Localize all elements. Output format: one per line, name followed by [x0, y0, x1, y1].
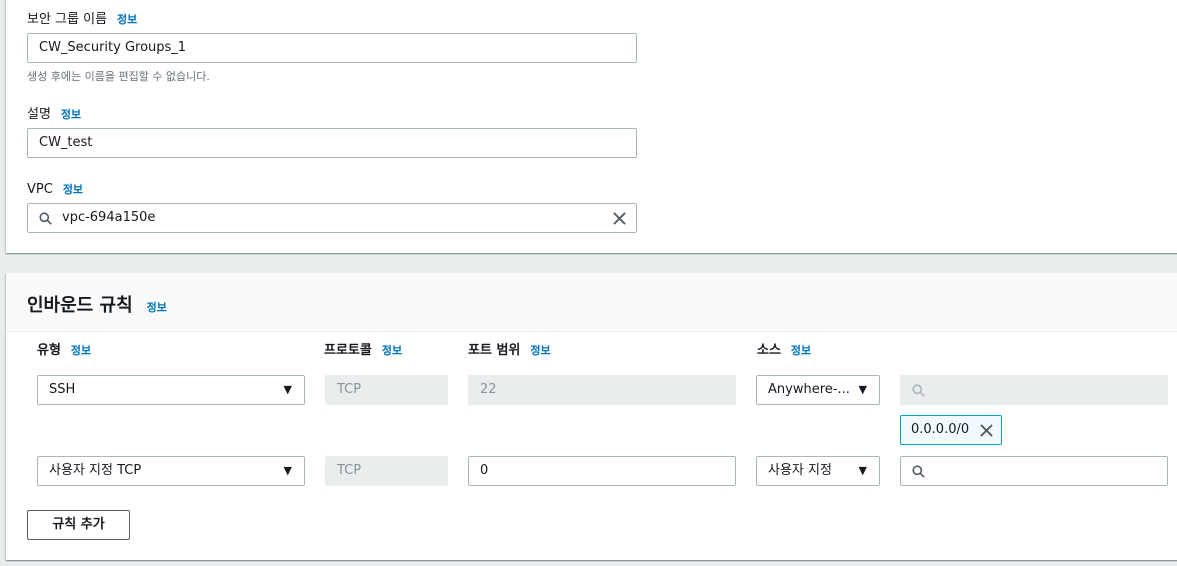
- inbound-rules-title: 인바운드 규칙: [27, 295, 133, 316]
- caret-down-icon: ▼: [858, 376, 867, 404]
- sg-name-label: 보안 그룹 이름: [27, 12, 108, 27]
- caret-down-icon: ▼: [858, 464, 867, 477]
- description-input[interactable]: CW_test: [27, 128, 637, 158]
- sg-name-info-link[interactable]: 정보: [117, 13, 137, 26]
- search-icon: [39, 212, 52, 225]
- sg-name-hint: 생성 후에는 이름을 편집할 수 없습니다.: [27, 70, 210, 83]
- description-label: 설명: [27, 107, 51, 122]
- rule-2-protocol-field: TCP: [325, 456, 448, 486]
- basic-details-panel: 보안 그룹 이름 정보 CW_Security Groups_1 생성 후에는 이…: [6, 0, 1177, 253]
- sg-name-input[interactable]: CW_Security Groups_1: [27, 33, 637, 63]
- description-info-link[interactable]: 정보: [61, 108, 81, 121]
- rule-1-type-value: SSH: [49, 382, 76, 397]
- search-icon: [912, 465, 925, 478]
- vpc-info-link[interactable]: 정보: [63, 183, 83, 196]
- remove-token-icon[interactable]: [980, 424, 993, 437]
- col-header-protocol: 프로토콜 정보: [324, 339, 402, 358]
- sg-name-label-row: 보안 그룹 이름 정보: [27, 8, 137, 27]
- rule-2-port-input[interactable]: 0: [468, 456, 736, 486]
- col-port-info-link[interactable]: 정보: [530, 344, 550, 357]
- rule-1-protocol-field: TCP: [325, 375, 448, 405]
- caret-down-icon: ▼: [283, 464, 292, 477]
- vpc-search-input[interactable]: vpc-694a150e: [27, 203, 637, 233]
- col-source-label: 소스: [757, 343, 781, 358]
- clear-icon[interactable]: [613, 212, 626, 225]
- inbound-rules-header: 인바운드 규칙 정보: [6, 273, 1177, 332]
- rule-1-cidr-value: 0.0.0.0/0: [911, 422, 970, 437]
- rule-2-type-select[interactable]: 사용자 지정 TCP ▼: [37, 456, 305, 486]
- rule-1-type-select[interactable]: SSH ▼: [37, 375, 305, 405]
- rule-2-source-value: 사용자 지정: [768, 463, 832, 478]
- rule-1-cidr-token: 0.0.0.0/0: [900, 415, 1002, 445]
- col-port-label: 포트 범위: [468, 343, 521, 358]
- col-type-info-link[interactable]: 정보: [71, 344, 91, 357]
- rule-2-type-value: 사용자 지정 TCP: [49, 463, 142, 478]
- rule-1-source-select[interactable]: Anywhere-... ▼: [756, 375, 880, 405]
- col-header-source: 소스 정보: [757, 339, 811, 358]
- rule-1-source-value: Anywhere-...: [768, 382, 850, 397]
- rule-1-source-search[interactable]: [900, 375, 1168, 405]
- search-icon: [912, 384, 925, 397]
- vpc-label: VPC: [27, 182, 53, 197]
- col-source-info-link[interactable]: 정보: [791, 344, 811, 357]
- col-type-label: 유형: [37, 343, 61, 358]
- rule-2-source-select[interactable]: 사용자 지정 ▼: [756, 456, 880, 486]
- col-protocol-label: 프로토콜: [324, 343, 372, 358]
- rule-2-source-search[interactable]: [900, 456, 1168, 486]
- col-header-port: 포트 범위 정보: [468, 339, 551, 358]
- vpc-value: vpc-694a150e: [62, 210, 156, 225]
- add-rule-button[interactable]: 규칙 추가: [27, 510, 130, 540]
- col-protocol-info-link[interactable]: 정보: [382, 344, 402, 357]
- col-header-type: 유형 정보: [37, 339, 91, 358]
- inbound-rules-info-link[interactable]: 정보: [147, 301, 167, 314]
- rule-1-port-field: 22: [468, 375, 736, 405]
- description-label-row: 설명 정보: [27, 103, 81, 122]
- caret-down-icon: ▼: [283, 383, 292, 396]
- vpc-label-row: VPC 정보: [27, 178, 83, 197]
- inbound-rules-panel: 인바운드 규칙 정보 유형 정보 프로토콜 정보 포트 범위 정보 소스 정보 SSH ▼…: [6, 273, 1177, 560]
